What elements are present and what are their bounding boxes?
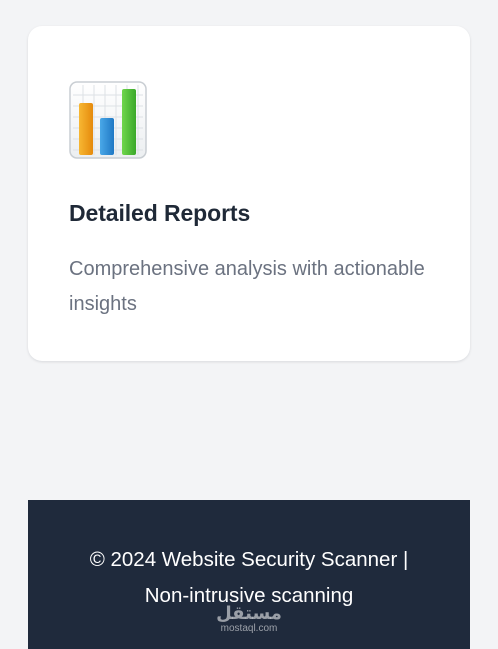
watermark-arabic: مستقل (216, 603, 282, 624)
mostaql-watermark: مستقل mostaql.com (216, 605, 282, 635)
bar-chart-icon (69, 81, 147, 159)
feature-card-detailed-reports: Detailed Reports Comprehensive analysis … (28, 26, 470, 361)
site-footer: © 2024 Website Security Scanner | Non-in… (28, 500, 470, 649)
footer-copyright-line1: © 2024 Website Security Scanner | (89, 548, 409, 571)
watermark-latin: mostaql.com (220, 623, 278, 634)
feature-title: Detailed Reports (69, 200, 251, 226)
page: Detailed Reports Comprehensive analysis … (0, 0, 498, 649)
feature-description: Comprehensive analysis with actionable i… (69, 258, 425, 315)
